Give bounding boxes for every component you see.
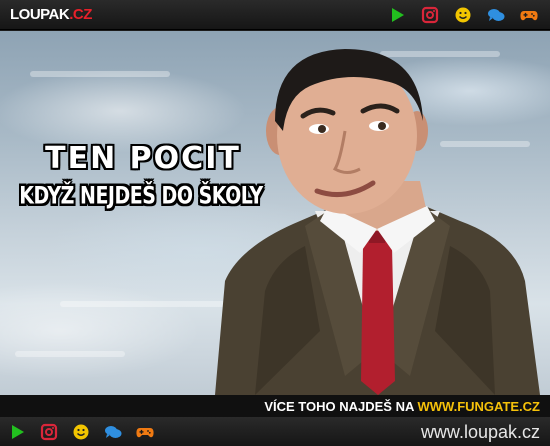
meme-image: TEN POCIT KDYŽ NEJDEŠ DO ŠKOLY [0, 31, 550, 395]
logo-text: LOUPAK [10, 6, 70, 23]
instagram-icon[interactable] [421, 6, 439, 24]
man-photo [215, 49, 540, 395]
loupak-logo[interactable]: LOUPAK.CZ [10, 6, 92, 24]
promo-site-link[interactable]: WWW.FUNGATE.CZ [417, 399, 540, 414]
promo-text[interactable]: VÍCE TOHO NAJDEŠ NA WWW.FUNGATE.CZ [264, 399, 540, 414]
bottom-icon-row [8, 423, 154, 441]
chat-icon[interactable] [104, 423, 122, 441]
top-bar: LOUPAK.CZ [0, 0, 550, 30]
caption-line1: TEN POCIT [45, 141, 241, 176]
caption-line2: KDYŽ NEJDEŠ DO ŠKOLY [19, 182, 263, 210]
smiley-icon[interactable] [454, 6, 472, 24]
gamepad-icon[interactable] [520, 6, 538, 24]
website-link[interactable]: www.loupak.cz [421, 422, 540, 443]
bottom-bar: www.loupak.cz [0, 417, 550, 446]
play-icon[interactable] [388, 6, 406, 24]
play-icon[interactable] [8, 423, 26, 441]
instagram-icon[interactable] [40, 423, 58, 441]
logo-domain: .CZ [69, 6, 92, 23]
smiley-icon[interactable] [72, 423, 90, 441]
promo-label: VÍCE TOHO NAJDEŠ NA [264, 399, 418, 414]
top-icon-row [388, 6, 538, 24]
gamepad-icon[interactable] [136, 423, 154, 441]
promo-bar: VÍCE TOHO NAJDEŠ NA WWW.FUNGATE.CZ [0, 395, 550, 417]
chat-icon[interactable] [487, 6, 505, 24]
